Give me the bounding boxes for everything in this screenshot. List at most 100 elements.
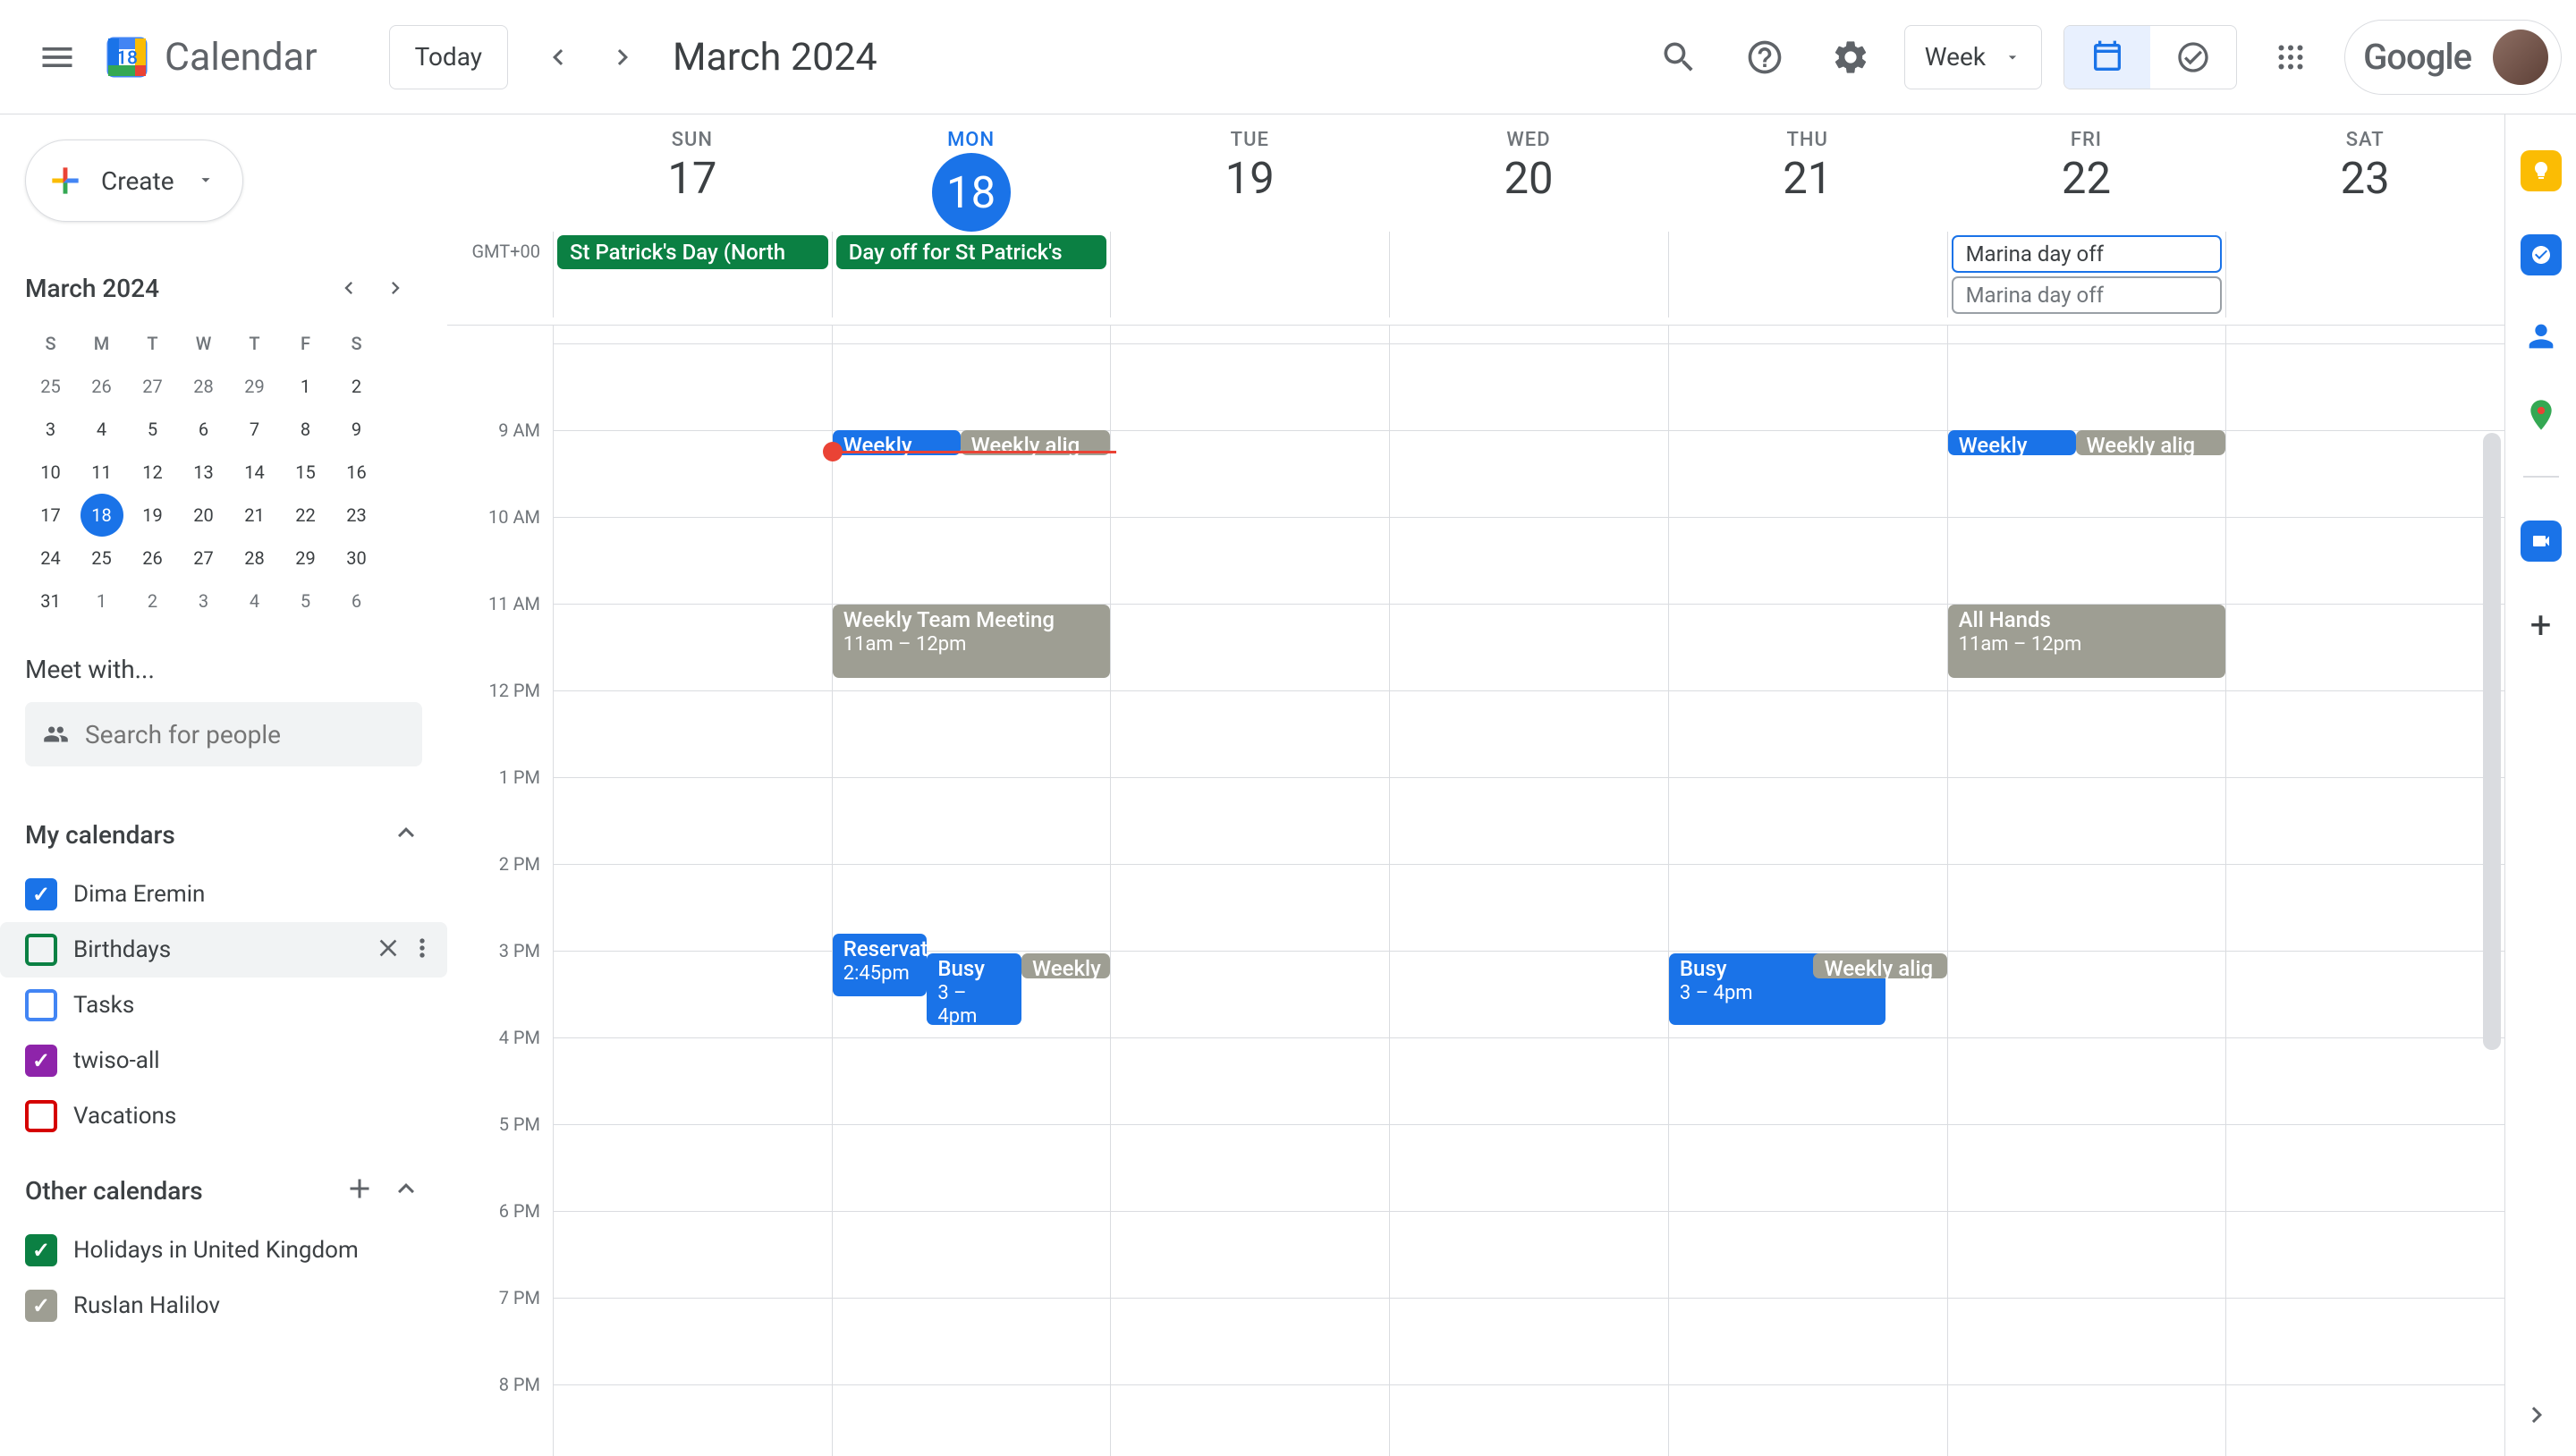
calendar-item[interactable]: Holidays in United Kingdom bbox=[25, 1223, 422, 1278]
allday-cell[interactable]: Day off for St Patrick's bbox=[832, 232, 1111, 317]
get-addons-button[interactable]: + bbox=[2521, 605, 2562, 646]
meet-search[interactable] bbox=[25, 702, 422, 766]
event[interactable]: All Hands11am – 12pm bbox=[1948, 605, 2226, 678]
mini-day[interactable]: 15 bbox=[280, 451, 331, 494]
mini-day[interactable]: 20 bbox=[178, 494, 229, 537]
allday-cell[interactable] bbox=[1668, 232, 1947, 317]
settings-button[interactable] bbox=[1818, 25, 1883, 89]
mini-day[interactable]: 5 bbox=[280, 580, 331, 622]
day-header[interactable]: MON18 bbox=[832, 114, 1111, 232]
event[interactable]: Weekly alig bbox=[1948, 430, 2076, 455]
mini-day[interactable]: 25 bbox=[76, 537, 127, 580]
calendar-options[interactable] bbox=[408, 934, 436, 966]
mini-day[interactable]: 28 bbox=[229, 537, 280, 580]
calendar-item[interactable]: Ruslan Halilov bbox=[25, 1278, 422, 1333]
calendar-item[interactable]: Birthdays bbox=[0, 922, 447, 978]
day-column[interactable]: Weekly aligWeekly alig All Hands11am – 12… bbox=[1947, 326, 2226, 1456]
day-column[interactable] bbox=[2225, 326, 2504, 1456]
mini-day[interactable]: 26 bbox=[127, 537, 178, 580]
calendar-checkbox[interactable] bbox=[25, 1100, 57, 1132]
mini-day[interactable]: 27 bbox=[178, 537, 229, 580]
allday-cell[interactable] bbox=[2225, 232, 2504, 317]
day-column[interactable] bbox=[1110, 326, 1389, 1456]
mini-day[interactable]: 27 bbox=[127, 365, 178, 408]
mini-day[interactable]: 22 bbox=[280, 494, 331, 537]
mini-day[interactable]: 28 bbox=[178, 365, 229, 408]
day-column[interactable] bbox=[1389, 326, 1668, 1456]
meet-search-input[interactable] bbox=[85, 720, 404, 749]
mini-day[interactable]: 2 bbox=[331, 365, 382, 408]
allday-cell[interactable]: Marina day offMarina day off bbox=[1947, 232, 2226, 317]
mini-day[interactable]: 30 bbox=[331, 537, 382, 580]
mini-day[interactable]: 3 bbox=[178, 580, 229, 622]
mini-day[interactable]: 29 bbox=[229, 365, 280, 408]
mini-day[interactable]: 18 bbox=[76, 494, 127, 537]
day-header[interactable]: SAT23 bbox=[2225, 114, 2504, 232]
calendar-item[interactable]: twiso-all bbox=[25, 1033, 422, 1088]
day-header[interactable]: TUE19 bbox=[1110, 114, 1389, 232]
google-apps-button[interactable] bbox=[2258, 25, 2323, 89]
add-calendar-button[interactable] bbox=[343, 1172, 376, 1208]
tasks-view-button[interactable] bbox=[2150, 26, 2236, 89]
day-header[interactable]: THU21 bbox=[1668, 114, 1947, 232]
calendar-checkbox[interactable] bbox=[25, 989, 57, 1021]
tasks-addon[interactable] bbox=[2521, 234, 2562, 275]
mini-day[interactable]: 4 bbox=[229, 580, 280, 622]
remove-calendar[interactable] bbox=[374, 934, 402, 966]
mini-day[interactable]: 8 bbox=[280, 408, 331, 451]
next-week-button[interactable] bbox=[594, 29, 651, 86]
allday-cell[interactable]: St Patrick's Day (North bbox=[553, 232, 832, 317]
day-header[interactable]: FRI22 bbox=[1947, 114, 2226, 232]
calendar-item[interactable]: Dima Eremin bbox=[25, 867, 422, 922]
calendar-checkbox[interactable] bbox=[25, 878, 57, 910]
mini-next-month[interactable] bbox=[376, 268, 415, 308]
calendar-checkbox[interactable] bbox=[25, 934, 57, 966]
prev-week-button[interactable] bbox=[530, 29, 587, 86]
today-button[interactable]: Today bbox=[389, 25, 508, 89]
event[interactable]: Weekly alig bbox=[1813, 953, 1946, 978]
calendar-checkbox[interactable] bbox=[25, 1234, 57, 1266]
calendar-item[interactable]: Vacations bbox=[25, 1088, 422, 1144]
event[interactable]: Weekly Team Meeting11am – 12pm bbox=[833, 605, 1111, 678]
day-header[interactable]: WED20 bbox=[1389, 114, 1668, 232]
main-menu-button[interactable] bbox=[14, 14, 100, 100]
allday-event[interactable]: Day off for St Patrick's bbox=[836, 235, 1107, 269]
scrollbar-thumb[interactable] bbox=[2483, 433, 2501, 1050]
view-select[interactable]: Week bbox=[1904, 25, 2042, 89]
keep-addon[interactable] bbox=[2521, 150, 2562, 191]
calendar-view-button[interactable] bbox=[2064, 26, 2150, 89]
day-header[interactable]: SUN17 bbox=[553, 114, 832, 232]
allday-event[interactable]: Marina day off bbox=[1952, 276, 2223, 314]
mini-day[interactable]: 25 bbox=[25, 365, 76, 408]
event[interactable]: Weekly alig bbox=[2076, 430, 2226, 455]
my-calendars-toggle[interactable]: My calendars bbox=[25, 806, 422, 863]
allday-event[interactable]: Marina day off bbox=[1952, 235, 2223, 273]
mini-day[interactable]: 29 bbox=[280, 537, 331, 580]
mini-day[interactable]: 24 bbox=[25, 537, 76, 580]
maps-addon[interactable] bbox=[2523, 397, 2559, 433]
mini-day[interactable]: 16 bbox=[331, 451, 382, 494]
event[interactable]: Reservation2:45pm bbox=[833, 934, 928, 996]
mini-day[interactable]: 1 bbox=[76, 580, 127, 622]
scrollbar[interactable] bbox=[2479, 326, 2504, 1456]
mini-day[interactable]: 26 bbox=[76, 365, 127, 408]
mini-day[interactable]: 10 bbox=[25, 451, 76, 494]
hide-side-panel[interactable] bbox=[2513, 1392, 2560, 1438]
calendar-checkbox[interactable] bbox=[25, 1290, 57, 1322]
create-button[interactable]: Create bbox=[25, 140, 243, 222]
mini-day[interactable]: 31 bbox=[25, 580, 76, 622]
mini-day[interactable]: 1 bbox=[280, 365, 331, 408]
mini-day[interactable]: 5 bbox=[127, 408, 178, 451]
mini-day[interactable]: 12 bbox=[127, 451, 178, 494]
other-calendars-toggle[interactable]: Other calendars bbox=[25, 1162, 422, 1219]
mini-day[interactable]: 2 bbox=[127, 580, 178, 622]
contacts-addon[interactable] bbox=[2523, 318, 2559, 354]
mini-day[interactable]: 7 bbox=[229, 408, 280, 451]
allday-cell[interactable] bbox=[1389, 232, 1668, 317]
day-column[interactable]: Busy3 – 4pmWeekly alig bbox=[1668, 326, 1947, 1456]
mini-day[interactable]: 4 bbox=[76, 408, 127, 451]
account-switcher[interactable]: Google bbox=[2344, 20, 2562, 95]
mini-prev-month[interactable] bbox=[329, 268, 369, 308]
meet-addon[interactable] bbox=[2521, 521, 2562, 562]
mini-day[interactable]: 23 bbox=[331, 494, 382, 537]
